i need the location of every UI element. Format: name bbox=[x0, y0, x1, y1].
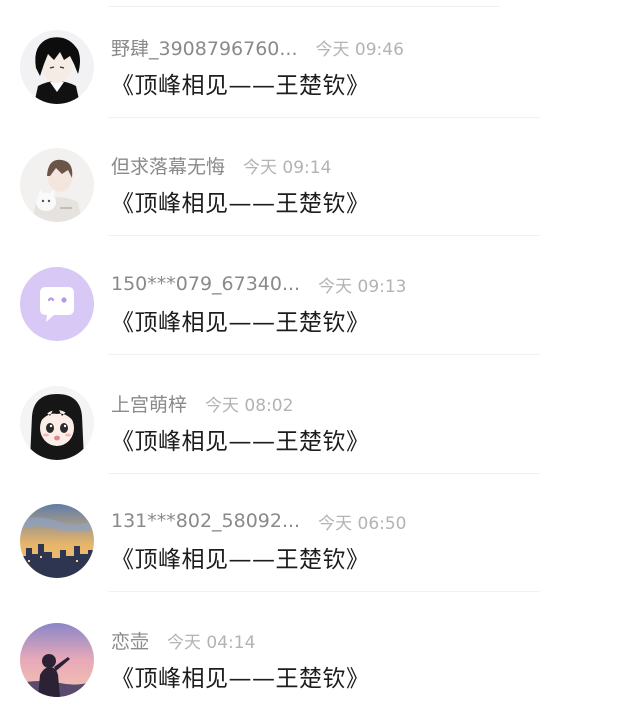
timestamp: 今天 09:14 bbox=[243, 157, 332, 178]
comment-text: 《顶峰相见——王楚钦》 bbox=[111, 73, 370, 99]
city-sunset-avatar-icon[interactable] bbox=[20, 504, 94, 578]
comment-item[interactable]: 恋壶 今天 04:14 《顶峰相见——王楚钦》 bbox=[0, 593, 640, 711]
username[interactable]: 野肆_3908796760... bbox=[111, 34, 298, 61]
comment-text: 《顶峰相见——王楚钦》 bbox=[111, 547, 370, 573]
default-chat-bubble-avatar-icon[interactable] bbox=[20, 267, 94, 341]
divider bbox=[108, 591, 540, 592]
timestamp: 今天 08:02 bbox=[205, 395, 294, 416]
girl-sunset-silhouette-avatar-icon[interactable] bbox=[20, 623, 94, 697]
anime-boy-dark-hair-avatar-icon[interactable] bbox=[20, 30, 94, 104]
comment-text: 《顶峰相见——王楚钦》 bbox=[111, 666, 370, 692]
timestamp: 今天 09:46 bbox=[315, 39, 404, 60]
anime-girl-avatar-icon[interactable] bbox=[20, 386, 94, 460]
comment-meta: 上宫萌梓 今天 08:02 bbox=[111, 389, 293, 417]
divider bbox=[108, 354, 540, 355]
boy-holding-cat-avatar-icon[interactable] bbox=[20, 148, 94, 222]
username[interactable]: 但求落幕无悔 bbox=[111, 152, 225, 179]
comment-item[interactable]: 上宫萌梓 今天 08:02 《顶峰相见——王楚钦》 bbox=[0, 356, 640, 474]
comment-meta: 恋壶 今天 04:14 bbox=[111, 626, 255, 654]
timestamp: 今天 04:14 bbox=[167, 632, 256, 653]
comment-meta: 150***079_67340... 今天 09:13 bbox=[111, 270, 407, 298]
comment-meta: 131***802_58092... 今天 06:50 bbox=[111, 507, 407, 535]
divider bbox=[108, 235, 540, 236]
username[interactable]: 上宫萌梓 bbox=[111, 390, 187, 417]
comment-meta: 野肆_3908796760... 今天 09:46 bbox=[111, 33, 404, 61]
comment-item[interactable]: 131***802_58092... 今天 06:50 《顶峰相见——王楚钦》 bbox=[0, 474, 640, 592]
comment-item[interactable]: 150***079_67340... 今天 09:13 《顶峰相见——王楚钦》 bbox=[0, 237, 640, 355]
comment-item[interactable]: 但求落幕无悔 今天 09:14 《顶峰相见——王楚钦》 bbox=[0, 118, 640, 236]
comment-item[interactable]: 野肆_3908796760... 今天 09:46 《顶峰相见——王楚钦》 bbox=[0, 0, 640, 118]
timestamp: 今天 06:50 bbox=[318, 513, 407, 534]
comment-text: 《顶峰相见——王楚钦》 bbox=[111, 191, 370, 217]
username[interactable]: 150***079_67340... bbox=[111, 273, 300, 295]
username[interactable]: 恋壶 bbox=[111, 627, 149, 654]
comment-text: 《顶峰相见——王楚钦》 bbox=[111, 310, 370, 336]
username[interactable]: 131***802_58092... bbox=[111, 510, 300, 532]
comment-meta: 但求落幕无悔 今天 09:14 bbox=[111, 151, 331, 179]
timestamp: 今天 09:13 bbox=[318, 276, 407, 297]
comment-text: 《顶峰相见——王楚钦》 bbox=[111, 429, 370, 455]
